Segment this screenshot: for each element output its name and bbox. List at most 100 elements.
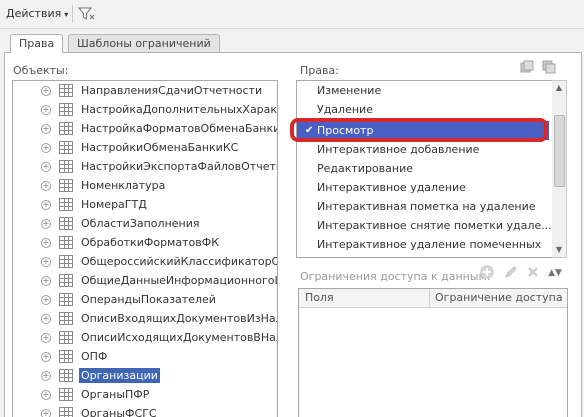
tree-item[interactable]: + НастройкиЭкспортаФайловОтчетност [13,157,277,176]
rights-list-item[interactable]: Интерактивное снятие пометки удале... [297,216,552,235]
paste-rights-icon[interactable] [542,60,556,74]
tab-bar: Права Шаблоны ограничений [0,34,584,53]
table-header: Поля Ограничение доступа [299,289,567,308]
tree-item-label: НастройкаДополнительныхХарактери [81,103,278,116]
right-label: Удаление [317,103,373,116]
tree-item[interactable]: + ОписиИсходящихДокументовВНалого [13,328,277,347]
expand-icon[interactable]: + [41,257,51,267]
tree-item-selected[interactable]: + Организации [13,366,277,385]
expand-icon[interactable]: + [41,352,51,362]
expand-icon[interactable]: + [41,105,51,115]
expand-icon[interactable]: + [41,162,51,172]
rights-list[interactable]: Изменение Удаление ✔ Просмотр Интерактивн… [296,80,554,258]
table-icon [59,350,73,363]
table-icon [59,369,73,382]
toolbar-separator [72,5,73,23]
expand-icon[interactable]: + [41,219,51,229]
table-icon [59,217,73,230]
rights-list-item[interactable]: Интерактивное добавление [297,140,549,159]
highlight-ring [290,118,548,142]
tab-restriction-templates[interactable]: Шаблоны ограничений [68,34,220,52]
tree-item[interactable]: + НастройкаФорматовОбменаБанкиКС [13,119,277,138]
tree-item[interactable]: + ОбластиЗаполнения [13,214,277,233]
table-icon [59,236,73,249]
objects-tree[interactable]: + НаправленияСдачиОтчетности + НастройкаДо… [12,80,278,417]
tree-item[interactable]: + ОбработкиФорматовФК [13,233,277,252]
objects-label: Объекты: [13,64,69,77]
expand-icon[interactable]: + [41,295,51,305]
rights-list-item[interactable]: Интерактивное удаление [297,178,549,197]
expand-icon[interactable]: + [41,124,51,134]
access-limits-table[interactable]: Поля Ограничение доступа [298,288,568,417]
tree-item[interactable]: + ОписиВходящихДокументовИзНалого [13,309,277,328]
tree-item[interactable]: + ОбщероссийскийКлассификаторОсно [13,252,277,271]
expand-icon[interactable]: + [41,181,51,191]
right-label: Интерактивное удаление помеченных [317,238,542,251]
expand-icon[interactable]: + [41,333,51,343]
tree-item[interactable]: + НомераГТД [13,195,277,214]
table-icon [59,198,73,211]
tree-item[interactable]: + Номенклатура [13,176,277,195]
table-icon [59,84,73,97]
tree-item[interactable]: + ОбщиеДанныеИнформационногоЦент [13,271,277,290]
tab-rights[interactable]: Права [10,34,64,53]
table-icon [59,274,73,287]
tree-item-label: НаправленияСдачиОтчетности [81,84,263,97]
expand-icon[interactable]: + [41,371,51,381]
rights-list-item[interactable]: Интерактивное удаление помеченных [297,235,549,254]
expand-icon[interactable]: + [41,238,51,248]
expand-icon[interactable]: + [41,86,51,96]
expand-icon[interactable]: + [41,314,51,324]
table-icon [59,141,73,154]
delete-icon[interactable] [524,264,542,282]
tree-item[interactable]: + ОрганыФСГС [13,404,277,417]
tree-item[interactable]: + ОрганыПФР [13,385,277,404]
right-label: Изменение [317,84,382,97]
table-icon [59,312,73,325]
tree-item[interactable]: + ОПФ [13,347,277,366]
edit-icon[interactable] [502,264,520,282]
filter-icon[interactable] [77,5,95,23]
tree-item-label: ОбщероссийскийКлассификаторОсно [81,255,277,268]
table-icon [59,331,73,344]
toolbar: Действия ▾ [0,0,584,29]
right-label: Интерактивная пометка на удаление [317,200,536,213]
tree-item[interactable]: + НаправленияСдачиОтчетности [13,81,277,100]
table-icon [59,255,73,268]
right-label: Интерактивное снятие пометки удале... [317,219,552,232]
actions-menu-button[interactable]: Действия ▾ [6,6,68,22]
tree-item-label: ОписиИсходящихДокументовВНалого [81,331,277,344]
table-icon [59,103,73,116]
add-icon[interactable] [478,264,496,282]
tree-item-label: ОбщиеДанныеИнформационногоЦент [81,274,277,287]
tree-item-label: ОперандыПоказателей [81,293,216,306]
copy-rights-icon[interactable] [520,60,534,74]
table-icon [59,179,73,192]
rights-list-item[interactable]: Удаление [297,100,549,119]
tree-item-label: ОрганыПФР [81,388,150,401]
scroll-up-icon[interactable]: ▲ [552,81,566,95]
expand-icon[interactable]: + [41,143,51,153]
column-header-fields[interactable]: Поля [305,291,334,304]
more-icon[interactable]: ▲▼ [546,264,564,282]
table-icon [59,160,73,173]
column-header-access-limit[interactable]: Ограничение доступа [435,291,563,304]
rights-scrollbar[interactable]: ▲ ▼ [552,80,567,258]
rights-list-item[interactable]: Редактирование [297,159,549,178]
table-icon [59,122,73,135]
tree-item-label: ОписиВходящихДокументовИзНалого [81,312,277,325]
rights-list-item[interactable]: Изменение [297,81,549,100]
right-label: Редактирование [317,162,413,175]
access-limits-label: Ограничения доступа к данным: [300,270,491,283]
tree-item[interactable]: + НастройкаДополнительныхХарактери [13,100,277,119]
scrollbar-thumb[interactable] [554,115,565,187]
scroll-down-icon[interactable]: ▼ [552,243,566,257]
table-icon [59,388,73,401]
rights-list-item[interactable]: Интерактивная пометка на удаление [297,197,549,216]
expand-icon[interactable]: + [41,276,51,286]
expand-icon[interactable]: + [41,200,51,210]
table-icon [59,293,73,306]
tree-item[interactable]: + НастройкиОбменаБанкиКС [13,138,277,157]
tree-item[interactable]: + ОперандыПоказателей [13,290,277,309]
expand-icon[interactable]: + [41,390,51,400]
